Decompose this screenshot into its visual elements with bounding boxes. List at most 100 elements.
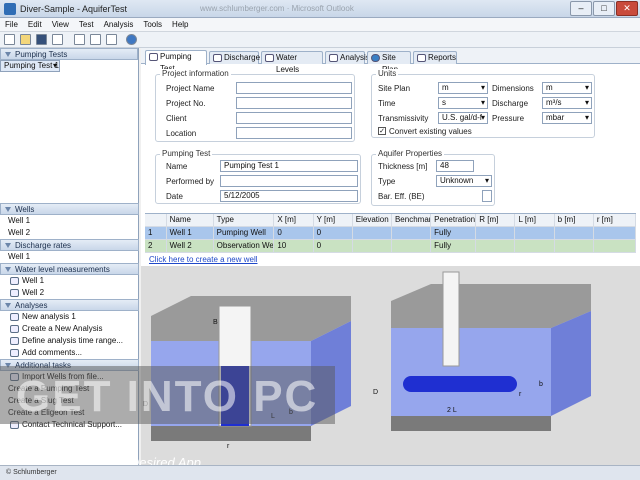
tab-site-plan[interactable]: Site Plan (367, 51, 411, 74)
time-range-link[interactable]: Define analysis time range... (0, 335, 139, 347)
app-icon (4, 3, 16, 15)
site-plan-select[interactable]: m (438, 82, 488, 94)
cell (392, 227, 432, 239)
test-name-label: Name (166, 162, 188, 171)
project-name-label: Project Name (166, 84, 215, 93)
project-name-input[interactable] (236, 82, 352, 94)
col-b[interactable]: b [m] (555, 214, 594, 226)
cell: Well 2 (167, 240, 214, 252)
minimize-button[interactable]: – (570, 1, 592, 16)
analysis-icon (10, 313, 19, 321)
discharge-select[interactable]: m³/s (542, 97, 592, 109)
cell (476, 227, 516, 239)
aquifer-group: Aquifer Properties Thickness [m] 48 Type… (371, 149, 495, 206)
tab-water-levels-label: Water Levels (276, 53, 300, 74)
col-type[interactable]: Type (214, 214, 275, 226)
col-r2[interactable]: r [m] (594, 214, 636, 226)
tab-water-levels[interactable]: Water Levels (261, 51, 323, 74)
print-icon[interactable] (52, 34, 63, 45)
menu-test[interactable]: Test (74, 18, 99, 31)
cell (476, 240, 516, 252)
cut-icon[interactable] (74, 34, 85, 45)
bar-eff-label: Bar. Eff. (BE) (378, 192, 425, 201)
project-no-input[interactable] (236, 97, 352, 109)
col-elevation[interactable]: Elevation (a (353, 214, 392, 226)
cell (515, 240, 555, 252)
menu-view[interactable]: View (47, 18, 74, 31)
tab-discharge[interactable]: Discharge (209, 51, 260, 64)
save-icon[interactable] (36, 34, 47, 45)
cell: 10 (274, 240, 314, 252)
maximize-button[interactable]: □ (593, 1, 615, 16)
bar-eff-input[interactable] (482, 190, 492, 202)
dimensions-select[interactable]: m (542, 82, 592, 94)
aquifer-front-right (391, 328, 551, 416)
water-level-label-2: Well 2 (22, 288, 45, 297)
thickness-input[interactable]: 48 (436, 160, 474, 172)
discharge-item-1[interactable]: Well 1 (0, 251, 139, 263)
col-y[interactable]: Y [m] (314, 214, 353, 226)
cell: Fully (431, 227, 477, 239)
col-name[interactable]: Name (167, 214, 214, 226)
well-item-2[interactable]: Well 2 (0, 227, 139, 239)
col-l[interactable]: L [m] (515, 214, 555, 226)
wells-header[interactable]: Wells (0, 203, 139, 215)
open-icon[interactable] (20, 34, 31, 45)
cell (353, 240, 392, 252)
analysis-item[interactable]: New analysis 1 (0, 311, 139, 323)
create-well-link[interactable]: Click here to create a new well (149, 255, 258, 264)
paste-icon[interactable] (106, 34, 117, 45)
new-icon[interactable] (4, 34, 15, 45)
water-level-item-1[interactable]: Well 1 (0, 275, 139, 287)
water-level-header[interactable]: Water level measurements (0, 263, 139, 275)
transmissivity-select[interactable]: U.S. gal/d-f (438, 112, 488, 124)
comment-icon (10, 349, 19, 357)
date-input[interactable]: 5/12/2005 (220, 190, 358, 202)
time-select[interactable]: s (438, 97, 488, 109)
col-index[interactable] (145, 214, 167, 226)
location-input[interactable] (236, 127, 352, 139)
cell: 0 (314, 227, 353, 239)
create-analysis-label: Create a New Analysis (22, 324, 103, 333)
tab-reports-label: Reports (428, 53, 457, 62)
well-item-1[interactable]: Well 1 (0, 215, 139, 227)
globe-icon[interactable] (126, 34, 137, 45)
discharge-header[interactable]: Discharge rates (0, 239, 139, 251)
menu-bar: File Edit View Test Analysis Tools Help (0, 18, 640, 32)
copy-icon[interactable] (90, 34, 101, 45)
table-row[interactable]: 1 Well 1 Pumping Well 0 0 Fully (145, 227, 636, 240)
add-comments-link[interactable]: Add comments... (0, 347, 139, 359)
water-icon (265, 54, 274, 62)
tab-analysis[interactable]: Analysis (325, 51, 370, 64)
close-button[interactable]: ✕ (616, 1, 638, 16)
type-select[interactable]: Unknown (436, 175, 492, 187)
test-name-input[interactable]: Pumping Test 1 (220, 160, 358, 172)
pumping-test-item[interactable]: Pumping Test 1 (0, 60, 60, 72)
table-row[interactable]: 2 Well 2 Observation Well 10 0 Fully (145, 240, 636, 253)
tab-reports[interactable]: Reports (413, 51, 457, 64)
col-x[interactable]: X [m] (274, 214, 314, 226)
pumping-tests-header[interactable]: Pumping Tests (0, 48, 138, 60)
menu-edit[interactable]: Edit (23, 18, 47, 31)
menu-file[interactable]: File (0, 18, 23, 31)
menu-analysis[interactable]: Analysis (99, 18, 139, 31)
analyses-header[interactable]: Analyses (0, 299, 139, 311)
window-title-blur: www.schlumberger.com · Microsoft Outlook (200, 4, 354, 13)
client-input[interactable] (236, 112, 352, 124)
col-r[interactable]: R [m] (476, 214, 516, 226)
convert-checkbox[interactable]: ✓ (378, 127, 386, 135)
pressure-select[interactable]: mbar (542, 112, 592, 124)
col-benchmark[interactable]: Benchmark ( (392, 214, 432, 226)
site-plan-label: Site Plan (378, 84, 411, 93)
menu-tools[interactable]: Tools (138, 18, 167, 31)
performed-by-input[interactable] (220, 175, 358, 187)
tab-pumping-test[interactable]: Pumping Test (145, 50, 207, 73)
water-level-label-1: Well 1 (22, 276, 45, 285)
discharge-icon (213, 54, 222, 62)
water-level-item-2[interactable]: Well 2 (0, 287, 139, 299)
project-no-label: Project No. (166, 99, 206, 108)
menu-help[interactable]: Help (167, 18, 193, 31)
create-analysis-link[interactable]: Create a New Analysis (0, 323, 139, 335)
cell: 2 (145, 240, 167, 252)
col-penetration[interactable]: Penetration (431, 214, 477, 226)
